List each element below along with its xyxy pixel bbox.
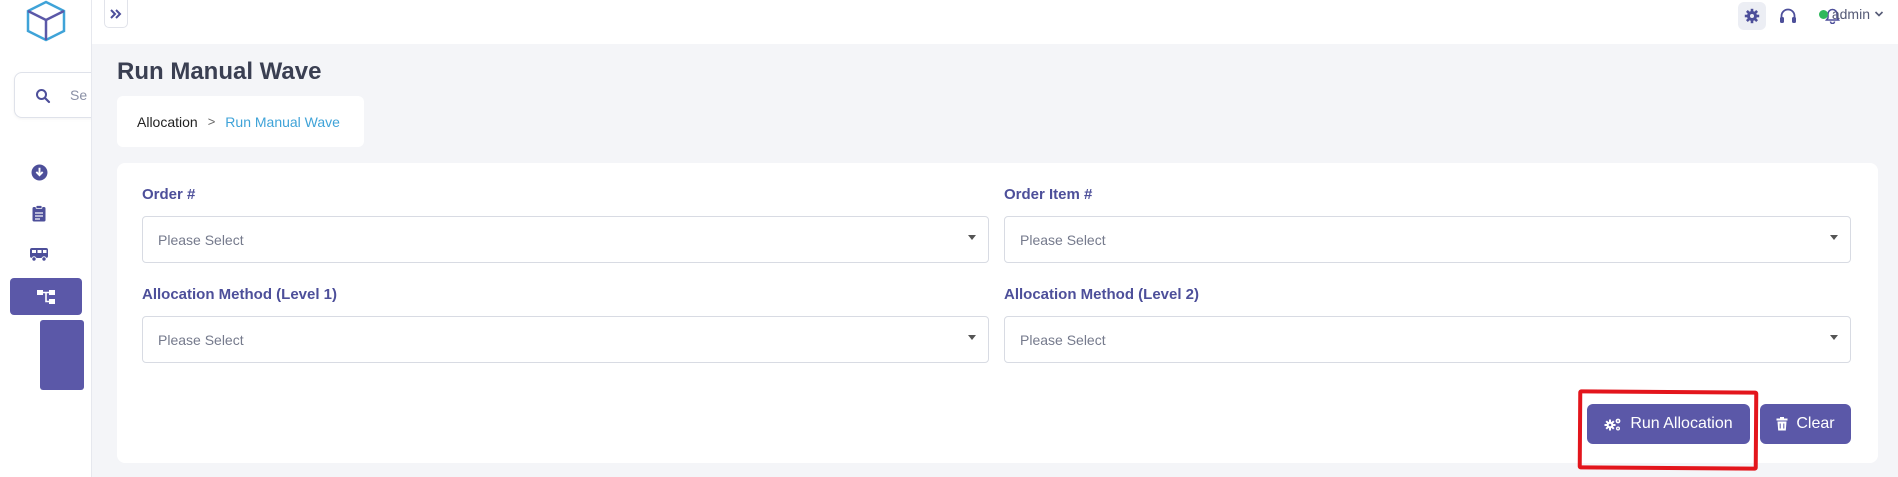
support-button[interactable]	[1774, 2, 1802, 30]
search-icon	[36, 89, 51, 104]
user-menu[interactable]: admin	[1818, 6, 1884, 22]
breadcrumb-separator: >	[207, 114, 216, 129]
sidebar-item-allocation[interactable]	[10, 278, 82, 315]
allocation-method-level2-select[interactable]: Please Select	[1004, 316, 1851, 363]
online-status-dot	[1818, 9, 1828, 19]
allocation-method-level2-placeholder: Please Select	[1020, 332, 1106, 348]
allocation-method-level1-select[interactable]: Please Select	[142, 316, 989, 363]
order-select-placeholder: Please Select	[158, 232, 244, 248]
settings-gear-icon	[1744, 8, 1760, 24]
sidebar-item-inbound[interactable]	[28, 161, 50, 183]
sidebar-item-shipping[interactable]	[28, 243, 50, 265]
caret-down-icon	[1830, 235, 1838, 240]
order-item-label: Order Item #	[1004, 186, 1093, 203]
page-title: Run Manual Wave	[117, 58, 322, 85]
trash-icon	[1776, 417, 1788, 431]
caret-down-icon	[968, 235, 976, 240]
order-item-select[interactable]: Please Select	[1004, 216, 1851, 263]
caret-down-icon	[1830, 335, 1838, 340]
double-chevron-right-icon	[110, 8, 122, 19]
breadcrumb: Allocation > Run Manual Wave	[117, 96, 364, 147]
order-item-select-placeholder: Please Select	[1020, 232, 1106, 248]
allocation-method-level2-label: Allocation Method (Level 2)	[1004, 286, 1200, 303]
clear-label: Clear	[1796, 415, 1835, 432]
clear-button[interactable]: Clear	[1760, 404, 1851, 444]
download-circle-icon	[31, 164, 47, 180]
sidebar: Se	[0, 0, 92, 477]
sidebar-toggle-button[interactable]	[104, 0, 128, 28]
sidebar-submenu[interactable]	[40, 320, 84, 390]
sidebar-search[interactable]: Se	[14, 72, 91, 118]
breadcrumb-allocation[interactable]: Allocation	[137, 114, 198, 130]
order-select[interactable]: Please Select	[142, 216, 989, 263]
user-name: admin	[1831, 6, 1870, 22]
sidebar-search-placeholder: Se	[70, 87, 88, 103]
allocation-method-level1-placeholder: Please Select	[158, 332, 244, 348]
chevron-down-icon	[1874, 11, 1884, 17]
allocation-method-level1-label: Allocation Method (Level 1)	[142, 286, 338, 303]
app-logo[interactable]	[24, 0, 68, 42]
wave-tree-icon	[37, 289, 55, 304]
clipboard-icon	[32, 204, 46, 221]
settings-button[interactable]	[1738, 2, 1766, 30]
breadcrumb-current: Run Manual Wave	[225, 113, 340, 130]
top-bar: admin	[92, 0, 1898, 44]
sidebar-item-orders[interactable]	[28, 202, 50, 224]
truck-icon	[30, 248, 48, 262]
caret-down-icon	[968, 335, 976, 340]
order-label: Order #	[142, 186, 196, 203]
headset-icon	[1780, 8, 1796, 23]
highlight-annotation-box	[1577, 389, 1759, 471]
